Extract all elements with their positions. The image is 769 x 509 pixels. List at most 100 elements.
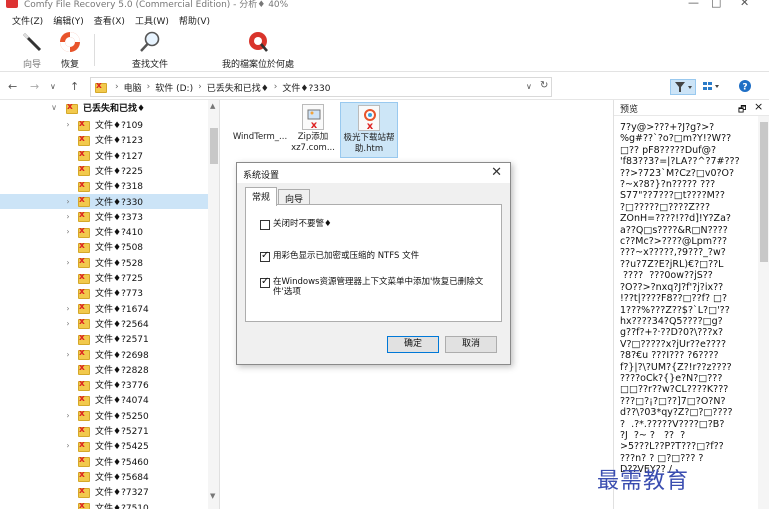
address-bar[interactable]: x › 电脑 › 软件 (D:) › 已丢失和已找♦ › 文件♦?330 <box>90 77 552 97</box>
preview-close-button[interactable]: × <box>754 100 763 113</box>
menu-edit[interactable]: 编辑(Y) <box>53 14 84 27</box>
checkbox[interactable] <box>260 276 270 288</box>
file-item-windterm[interactable]: WindTerm_... <box>231 102 289 158</box>
option-context-menu[interactable]: 在Windows资源管理器上下文菜单中添加'恢复已删除文件'选项 <box>260 276 496 297</box>
find-files-button[interactable]: 查找文件 <box>122 30 178 72</box>
file-item-htm[interactable]: x 极光下载站帮助.htm <box>340 102 398 158</box>
tree-item[interactable]: x 文件♦?4074 <box>0 392 208 407</box>
forward-button[interactable]: → <box>30 80 39 93</box>
tree-scrollbar-thumb[interactable] <box>210 128 218 164</box>
breadcrumb-computer[interactable]: 电脑 <box>124 81 142 94</box>
recent-locations-button[interactable]: ∨ <box>50 82 56 91</box>
help-button[interactable]: ? <box>738 79 754 95</box>
menu-help[interactable]: 帮助(V) <box>179 14 210 27</box>
preview-header: 预览 🗗 × <box>614 100 769 116</box>
cancel-button[interactable]: 取消 <box>445 336 497 353</box>
app-icon <box>6 0 18 8</box>
image-file-icon: x <box>302 104 324 131</box>
file-item-zip[interactable]: x Zip添加xz7.com... <box>284 102 342 158</box>
dialog-tab-page: 关闭时不要警♦ 用彩色显示已加密或压缩的 NTFS 文件 在Windows资源管… <box>245 204 502 322</box>
lost-folder-icon: x <box>78 256 90 269</box>
tree-item-label: 文件♦?5271 <box>95 427 149 437</box>
tree-item[interactable]: x 文件♦?2571 <box>0 331 208 346</box>
tree-item[interactable]: › x 文件♦?5425 <box>0 438 208 453</box>
address-dropdown[interactable]: ∨ <box>526 82 532 91</box>
ok-button[interactable]: 确定 <box>387 336 439 353</box>
tree-item[interactable]: x 文件♦?318 <box>0 178 208 193</box>
where-are-my-files-button[interactable]: 我的檔案位於何處 <box>214 30 302 72</box>
lost-folder-icon: x <box>78 486 90 498</box>
refresh-button[interactable]: ↻ <box>540 80 548 91</box>
tree-item[interactable]: x 文件♦?725 <box>0 270 208 285</box>
tree-item[interactable]: › x 文件♦?330 <box>0 193 208 209</box>
expand-icon[interactable]: › <box>64 120 72 129</box>
tree-item[interactable]: x 文件♦?123 <box>0 132 208 147</box>
checkbox[interactable] <box>260 220 270 230</box>
breadcrumb-drive[interactable]: 软件 (D:) <box>155 81 193 94</box>
tree-item[interactable]: › x 文件♦?2698 <box>0 347 208 362</box>
wizard-button[interactable]: 向导 <box>14 30 50 72</box>
recover-button[interactable]: 恢复 <box>52 30 88 72</box>
tree-item[interactable]: › x 文件♦?5250 <box>0 408 208 423</box>
lost-folder-icon: x <box>78 333 90 345</box>
tree-item[interactable]: x 文件♦?2828 <box>0 362 208 377</box>
tree-item-label: 文件♦?410 <box>95 228 144 239</box>
close-button[interactable]: ✕ <box>740 0 749 9</box>
expand-icon[interactable]: › <box>64 319 72 328</box>
tree-root[interactable]: ∨ x 已丢失和已找♦ <box>0 100 208 115</box>
up-button[interactable]: ↑ <box>70 80 79 93</box>
tree-item[interactable]: › x 文件♦?2564 <box>0 316 208 331</box>
expand-icon[interactable]: › <box>64 258 72 267</box>
tree-item[interactable]: x 文件♦?508 <box>0 239 208 254</box>
tree-item[interactable]: x 文件♦?773 <box>0 285 208 300</box>
maximize-button[interactable]: □ <box>711 0 721 9</box>
preview-scrollbar-thumb[interactable] <box>760 122 768 262</box>
tree-item[interactable]: x 文件♦?5271 <box>0 423 208 438</box>
collapse-icon[interactable]: ∨ <box>50 103 58 112</box>
tree-item-label: 文件♦?725 <box>95 274 144 284</box>
tree-item[interactable]: x 文件♦?225 <box>0 163 208 178</box>
search-icon <box>138 30 162 54</box>
expand-icon[interactable]: › <box>64 227 72 236</box>
menu-file[interactable]: 文件(Z) <box>12 14 43 27</box>
checkbox[interactable] <box>260 250 270 262</box>
tree-item[interactable]: › x 文件♦?1674 <box>0 301 208 316</box>
minimize-button[interactable]: — <box>688 0 699 9</box>
tree-item[interactable]: x 文件♦?3776 <box>0 377 208 392</box>
option-no-warn-on-close[interactable]: 关闭时不要警♦ <box>260 219 332 230</box>
tree-item[interactable]: › x 文件♦?528 <box>0 255 208 270</box>
expand-icon[interactable]: › <box>64 304 72 313</box>
tree-item[interactable]: x 文件♦?127 <box>0 148 208 163</box>
scroll-up-arrow[interactable]: ▲ <box>210 102 215 110</box>
tab-general[interactable]: 常规 <box>245 187 278 206</box>
tree-item[interactable]: x 文件♦?5684 <box>0 469 208 484</box>
lost-folder-icon: x <box>78 164 90 177</box>
expand-icon[interactable]: › <box>64 350 72 359</box>
tree-item[interactable]: x 文件♦?7327 <box>0 484 208 499</box>
expand-icon[interactable]: › <box>64 411 72 420</box>
breadcrumb-current-folder[interactable]: 文件♦?330 <box>282 81 330 94</box>
preview-pin-button[interactable]: 🗗 <box>738 102 746 118</box>
scroll-down-arrow[interactable]: ▼ <box>210 492 215 500</box>
option-color-ntfs[interactable]: 用彩色显示已加密或压缩的 NTFS 文件 <box>260 250 419 262</box>
tree-item[interactable]: › x 文件♦?410 <box>0 224 208 239</box>
tree-item[interactable]: › x 文件♦?373 <box>0 209 208 224</box>
view-mode-button[interactable] <box>700 79 722 95</box>
view-grid-icon <box>700 82 722 96</box>
expand-icon[interactable]: › <box>64 212 72 221</box>
tree-item[interactable]: › x 文件♦?109 <box>0 117 208 132</box>
tree-item[interactable]: x 文件♦?7510 <box>0 500 208 509</box>
navigation-bar: ← → ∨ ↑ x › 电脑 › 软件 (D:) › 已丢失和已找♦ › 文件♦… <box>0 74 769 100</box>
lost-folder-icon: x <box>78 149 90 162</box>
dialog-close-button[interactable]: ✕ <box>491 165 502 180</box>
expand-icon[interactable]: › <box>64 441 72 450</box>
watermark: 最需教育 <box>597 469 690 494</box>
back-button[interactable]: ← <box>8 80 17 93</box>
breadcrumb-lost-found[interactable]: 已丢失和已找♦ <box>207 81 269 94</box>
menu-tools[interactable]: 工具(W) <box>135 14 169 27</box>
tab-wizard[interactable]: 向导 <box>278 189 311 205</box>
tree-item[interactable]: x 文件♦?5460 <box>0 454 208 469</box>
menu-view[interactable]: 查看(X) <box>94 14 125 27</box>
expand-icon[interactable]: › <box>64 197 72 206</box>
filter-button[interactable] <box>670 79 696 95</box>
